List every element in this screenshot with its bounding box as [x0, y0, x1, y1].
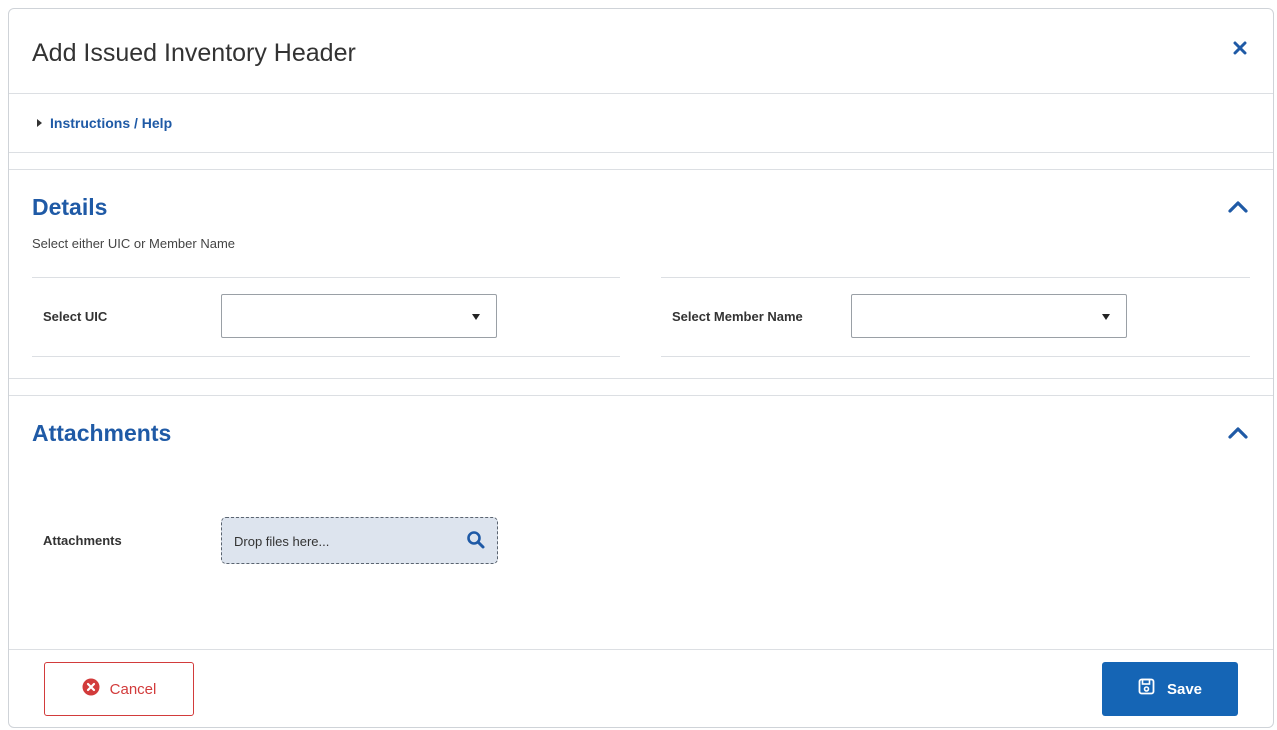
save-icon — [1138, 678, 1155, 700]
cancel-button-label: Cancel — [109, 680, 157, 698]
attachments-field-label: Attachments — [43, 533, 122, 548]
search-icon[interactable] — [466, 530, 486, 550]
instructions-help-toggle[interactable]: Instructions / Help — [37, 115, 172, 131]
details-section: Details Select either UIC or Member Name… — [9, 169, 1273, 379]
select-member-name-dropdown[interactable] — [851, 294, 1127, 338]
help-row: Instructions / Help — [9, 94, 1273, 153]
details-title: Details — [32, 194, 108, 220]
instructions-help-label: Instructions / Help — [50, 115, 173, 131]
select-uic-label: Select UIC — [43, 309, 108, 324]
caret-down-icon — [472, 314, 480, 320]
member-field-group: Select Member Name — [661, 277, 1250, 357]
dropzone-placeholder: Drop files here... — [234, 534, 330, 549]
select-uic-dropdown[interactable] — [221, 294, 497, 338]
save-button[interactable]: Save — [1102, 662, 1238, 716]
save-button-label: Save — [1166, 680, 1203, 698]
attachments-title: Attachments — [32, 420, 172, 446]
modal-title: Add Issued Inventory Header — [32, 39, 356, 67]
modal-dialog: Add Issued Inventory Header Instructions… — [8, 8, 1274, 728]
cancel-button[interactable]: Cancel — [44, 662, 194, 716]
close-icon[interactable] — [1233, 41, 1247, 55]
caret-down-icon — [1102, 314, 1110, 320]
chevron-up-icon[interactable] — [1227, 426, 1249, 440]
chevron-up-icon[interactable] — [1227, 200, 1249, 214]
caret-right-icon — [37, 119, 42, 127]
uic-field-group: Select UIC — [32, 277, 620, 357]
details-subtitle: Select either UIC or Member Name — [32, 236, 236, 251]
select-member-name-label: Select Member Name — [672, 309, 803, 324]
modal-header: Add Issued Inventory Header — [9, 9, 1273, 94]
attachments-section: Attachments Attachments Drop files here.… — [9, 395, 1273, 650]
cancel-circle-icon — [82, 678, 100, 701]
attachments-dropzone[interactable]: Drop files here... — [221, 517, 498, 564]
modal-footer: Cancel Save — [9, 649, 1273, 730]
